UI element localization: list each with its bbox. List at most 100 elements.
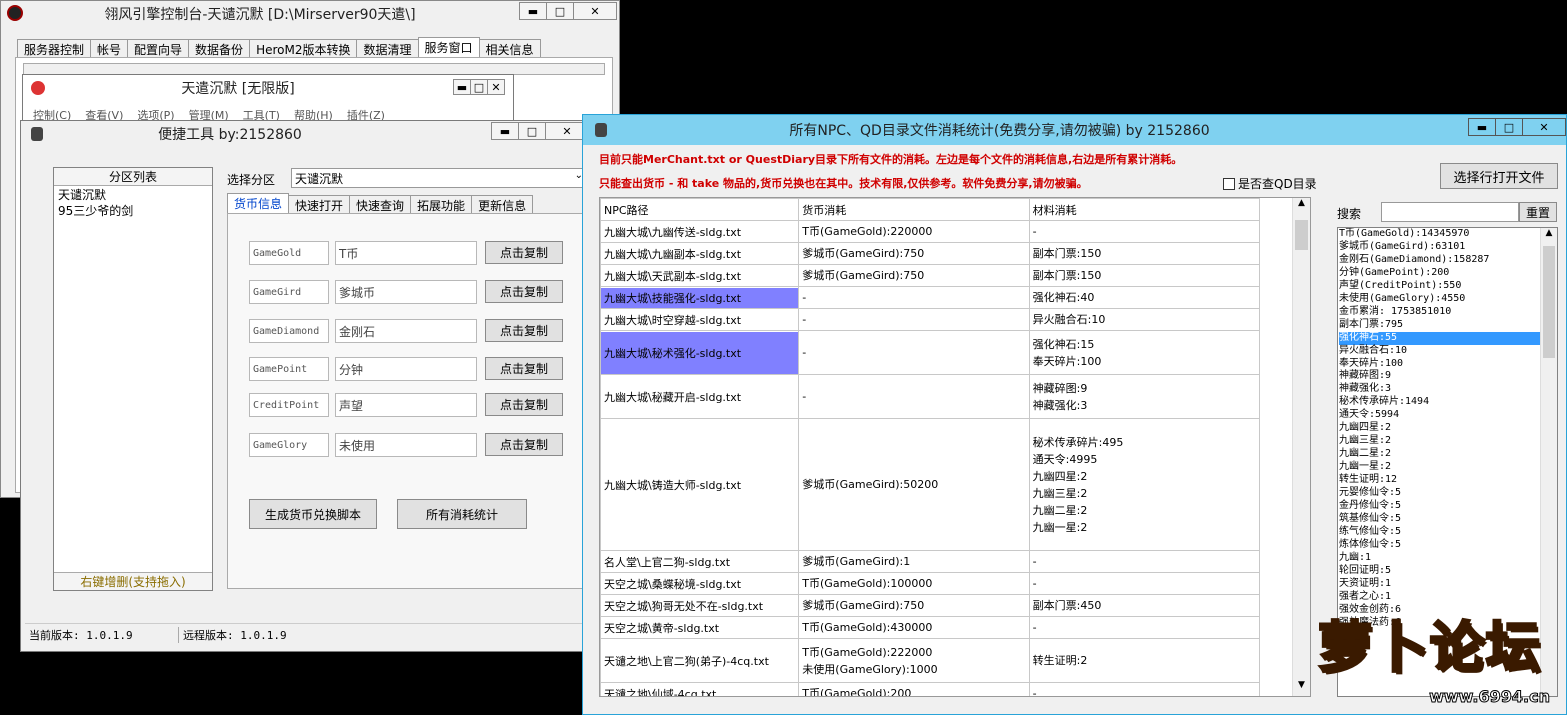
copy-button[interactable]: 点击复制	[485, 241, 563, 264]
npc-path-cell[interactable]: 天谴之地\上官二狗(弟子)-4cq.txt	[600, 638, 800, 683]
totals-item[interactable]: 天资证明:1	[1339, 578, 1557, 591]
totals-item[interactable]: 强效金创药:6	[1339, 604, 1557, 617]
totals-item[interactable]: 筑基修仙令:5	[1339, 513, 1557, 526]
tab-main-0[interactable]: 服务器控制	[17, 39, 92, 58]
currency-name-field[interactable]: 爹城币	[335, 280, 477, 304]
totals-item[interactable]: 金丹修仙令:5	[1339, 500, 1557, 513]
table-row[interactable]: 天空之城\黄帝-sldg.txt T币(GameGold):430000 -	[600, 616, 1261, 639]
totals-item[interactable]: 金币累消: 1753851010	[1339, 306, 1557, 319]
tab-main-5[interactable]: 数据清理	[356, 39, 419, 58]
stats-maximize-button[interactable]: □	[1495, 118, 1523, 136]
close-button[interactable]: ✕	[573, 2, 617, 20]
totals-item[interactable]: 未使用(GameGlory):4550	[1339, 293, 1557, 306]
partition-list[interactable]: 分区列表 天谴沉默 95三少爷的剑 右键增删(支持拖入)	[53, 167, 213, 591]
currency-name-field[interactable]: 分钟	[335, 357, 477, 381]
currency-code-field[interactable]: GameDiamond	[249, 319, 329, 343]
tab-tool-4[interactable]: 更新信息	[471, 195, 534, 214]
totals-item[interactable]: 九幽一星:2	[1339, 461, 1557, 474]
qd-checkbox[interactable]: 是否查QD目录	[1223, 175, 1317, 192]
totals-item[interactable]: T币(GameGold):14345970	[1339, 228, 1557, 241]
currency-code-field[interactable]: GameGlory	[249, 433, 329, 457]
npc-path-cell[interactable]: 九幽大城\技能强化-sldg.txt	[600, 286, 800, 309]
minimize-button[interactable]: ▬	[519, 2, 547, 20]
npc-path-cell[interactable]: 九幽大城\天武副本-sldg.txt	[600, 264, 800, 287]
copy-button[interactable]: 点击复制	[485, 433, 563, 456]
currency-code-field[interactable]: GameGold	[249, 241, 329, 265]
scroll-up-icon[interactable]: ▲	[1293, 198, 1310, 214]
table-row[interactable]: 天空之城\桑蝶秘境-sldg.txt T币(GameGold):100000 -	[600, 572, 1261, 595]
npc-path-cell[interactable]: 九幽大城\九幽传送-sldg.txt	[600, 220, 800, 243]
npc-path-cell[interactable]: 九幽大城\秘术强化-sldg.txt	[600, 330, 800, 375]
scroll-down-icon[interactable]: ▼	[1293, 680, 1310, 696]
partition-select[interactable]: 天谴沉默 ⌄	[291, 168, 587, 188]
totals-item[interactable]: 声望(CreditPoint):550	[1339, 280, 1557, 293]
totals-item[interactable]: 强者之心:1	[1339, 591, 1557, 604]
generate-script-button[interactable]: 生成货币兑换脚本	[249, 499, 377, 529]
table-row[interactable]: 九幽大城\秘藏开启-sldg.txt - 神藏碎图:9 神藏强化:3	[600, 374, 1261, 419]
npc-path-cell[interactable]: 天空之城\黄帝-sldg.txt	[600, 616, 800, 639]
server-close-button[interactable]: ✕	[487, 79, 505, 95]
currency-name-field[interactable]: 未使用	[335, 433, 477, 457]
totals-item[interactable]: 金刚石(GameDiamond):158287	[1339, 254, 1557, 267]
table-row[interactable]: 九幽大城\铸造大师-sldg.txt 爹城币(GameGird):50200 秘术传…	[600, 418, 1261, 551]
stats-minimize-button[interactable]: ▬	[1468, 118, 1496, 136]
totals-item[interactable]: 九幽:1	[1339, 552, 1557, 565]
totals-scroll-thumb[interactable]	[1543, 246, 1555, 358]
open-selected-file-button[interactable]: 选择行打开文件	[1440, 163, 1558, 189]
tab-main-7[interactable]: 相关信息	[478, 39, 541, 58]
tab-tool-3[interactable]: 拓展功能	[410, 195, 473, 214]
tab-main-6[interactable]: 服务窗口	[417, 37, 480, 58]
tab-main-4[interactable]: HeroM2版本转换	[249, 39, 358, 58]
tab-main-3[interactable]: 数据备份	[188, 39, 251, 58]
table-row[interactable]: 天谴之地\仙域-4cq.txt T币(GameGold):200 -	[600, 682, 1261, 696]
table-row[interactable]: 九幽大城\九幽传送-sldg.txt T币(GameGold):220000 -	[600, 220, 1261, 243]
tool-maximize-button[interactable]: □	[518, 122, 546, 140]
tab-tool-2[interactable]: 快速查询	[349, 195, 412, 214]
scroll-thumb[interactable]	[1295, 220, 1308, 250]
table-row[interactable]: 九幽大城\天武副本-sldg.txt 爹城币(GameGird):750 副本门票:…	[600, 264, 1261, 287]
partition-item[interactable]: 天谴沉默	[58, 187, 208, 203]
tab-main-2[interactable]: 配置向导	[127, 39, 190, 58]
stats-table-scrollbar[interactable]: ▲ ▼	[1292, 198, 1310, 696]
table-row[interactable]: 九幽大城\九幽副本-sldg.txt 爹城币(GameGird):750 副本门票:…	[600, 242, 1261, 265]
totals-item[interactable]: 奉天碎片:100	[1339, 358, 1557, 371]
currency-code-field[interactable]: CreditPoint	[249, 393, 329, 417]
table-row[interactable]: 名人堂\上官二狗-sldg.txt 爹城币(GameGird):1 -	[600, 550, 1261, 573]
totals-item[interactable]: 九幽四星:2	[1339, 422, 1557, 435]
tab-tool-1[interactable]: 快速打开	[288, 195, 351, 214]
reset-button[interactable]: 重置	[1519, 202, 1557, 222]
copy-button[interactable]: 点击复制	[485, 357, 563, 380]
table-row[interactable]: 天谴之地\上官二狗(弟子)-4cq.txt T币(GameGold):222000…	[600, 638, 1261, 683]
partition-item[interactable]: 95三少爷的剑	[58, 203, 208, 219]
stats-close-button[interactable]: ✕	[1522, 118, 1566, 136]
totals-item[interactable]: 九幽三星:2	[1339, 435, 1557, 448]
totals-item[interactable]: 副本门票:795	[1339, 319, 1557, 332]
totals-scroll-up-icon[interactable]: ▲	[1541, 228, 1557, 244]
table-row[interactable]: 九幽大城\秘术强化-sldg.txt - 强化神石:15 奉天碎片:100	[600, 330, 1261, 375]
server-maximize-button[interactable]: □	[470, 79, 488, 95]
currency-code-field[interactable]: GamePoint	[249, 357, 329, 381]
totals-item[interactable]: 练气修仙令:5	[1339, 526, 1557, 539]
npc-path-cell[interactable]: 九幽大城\铸造大师-sldg.txt	[600, 418, 800, 551]
maximize-button[interactable]: □	[546, 2, 574, 20]
npc-path-cell[interactable]: 九幽大城\九幽副本-sldg.txt	[600, 242, 800, 265]
totals-item[interactable]: 强化神石:55	[1339, 331, 1540, 345]
copy-button[interactable]: 点击复制	[485, 319, 563, 342]
table-row[interactable]: 九幽大城\技能强化-sldg.txt - 强化神石:40	[600, 286, 1261, 309]
totals-item[interactable]: 转生证明:12	[1339, 474, 1557, 487]
copy-button[interactable]: 点击复制	[485, 393, 563, 416]
tool-minimize-button[interactable]: ▬	[491, 122, 519, 140]
table-row[interactable]: 天空之城\狗哥无处不在-sldg.txt 爹城币(GameGird):750 副本门…	[600, 594, 1261, 617]
checkbox-box[interactable]	[1223, 177, 1235, 190]
totals-item[interactable]: 通天令:5994	[1339, 409, 1557, 422]
totals-item[interactable]: 分钟(GamePoint):200	[1339, 267, 1557, 280]
tab-main-1[interactable]: 帐号	[90, 39, 129, 58]
totals-item[interactable]: 神藏碎图:9	[1339, 370, 1557, 383]
currency-name-field[interactable]: T币	[335, 241, 477, 265]
server-minimize-button[interactable]: ▬	[453, 79, 471, 95]
copy-button[interactable]: 点击复制	[485, 280, 563, 303]
totals-item[interactable]: 爹城币(GameGird):63101	[1339, 241, 1557, 254]
all-stats-button[interactable]: 所有消耗统计	[397, 499, 527, 529]
npc-path-cell[interactable]: 天空之城\桑蝶秘境-sldg.txt	[600, 572, 800, 595]
npc-path-cell[interactable]: 九幽大城\秘藏开启-sldg.txt	[600, 374, 800, 419]
